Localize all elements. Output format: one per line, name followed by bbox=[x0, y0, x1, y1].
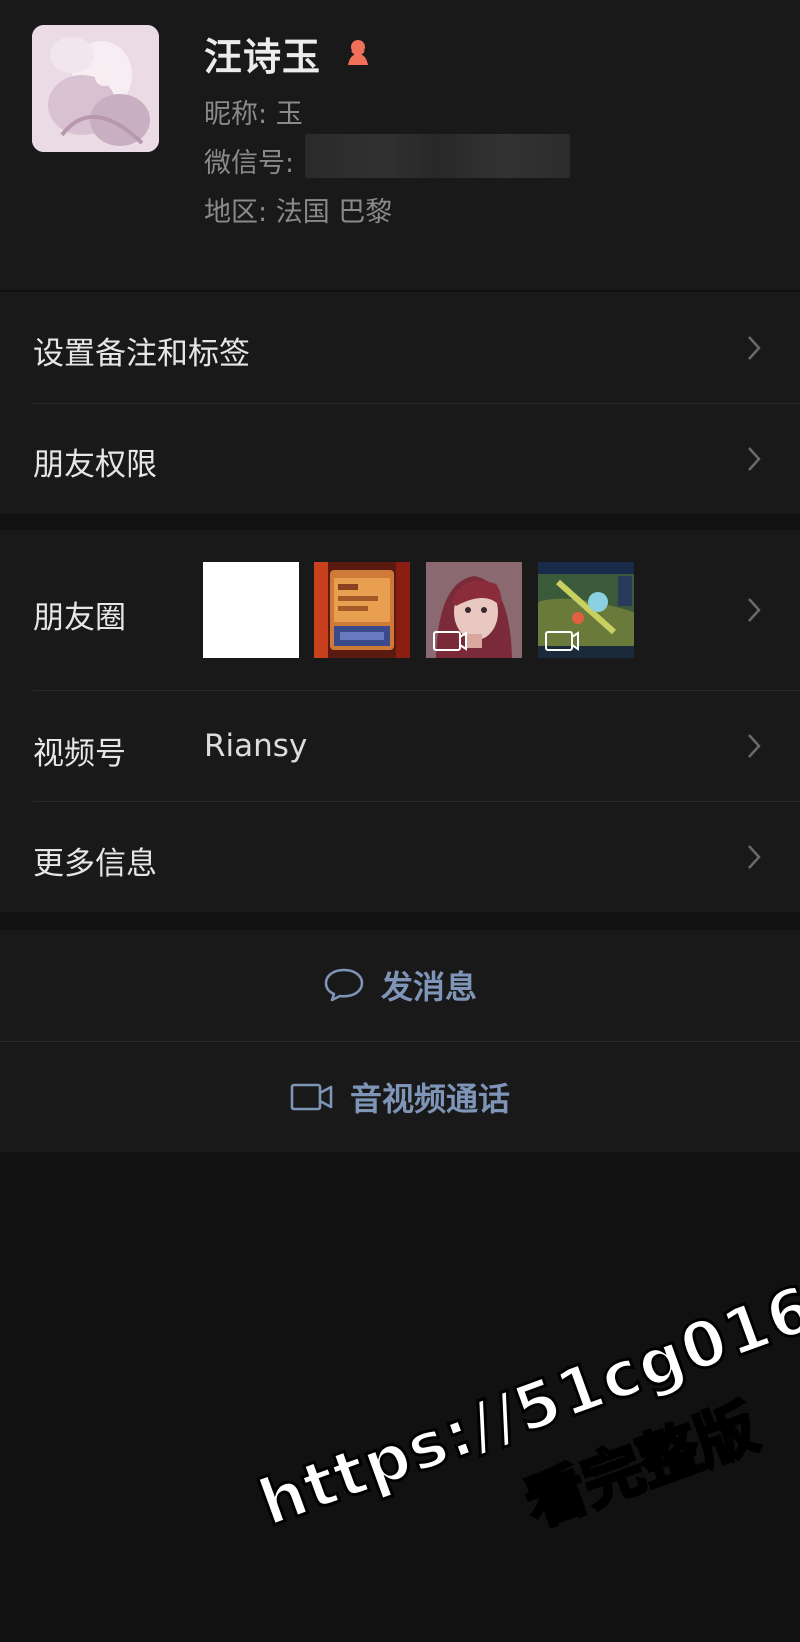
friend-permissions-row[interactable]: 朋友权限 bbox=[0, 403, 800, 514]
chevron-right-icon bbox=[748, 845, 761, 869]
wechat-id-label: 微信号: bbox=[204, 148, 295, 179]
avatar-image bbox=[32, 25, 159, 152]
channels-label: 视频号 bbox=[33, 736, 126, 772]
nickname-value: 玉 bbox=[275, 99, 303, 130]
avatar[interactable] bbox=[32, 25, 159, 152]
settings-group: 设置备注和标签 朋友权限 bbox=[0, 292, 800, 514]
moments-thumbnail bbox=[538, 562, 634, 658]
moments-label: 朋友圈 bbox=[33, 600, 126, 636]
moments-row[interactable]: 朋友圈 bbox=[0, 530, 800, 690]
social-group: 朋友圈 视频号 Riansy 更多信息 bbox=[0, 530, 800, 912]
contact-name: 汪诗玉 bbox=[204, 35, 322, 79]
chevron-right-icon bbox=[748, 734, 761, 758]
channels-row[interactable]: 视频号 Riansy bbox=[0, 690, 800, 801]
chevron-right-icon bbox=[748, 598, 761, 622]
remark-tags-row[interactable]: 设置备注和标签 bbox=[0, 292, 800, 403]
remark-tags-label: 设置备注和标签 bbox=[33, 336, 250, 372]
moments-thumbnail bbox=[426, 562, 522, 658]
moments-thumbnail bbox=[203, 562, 299, 658]
chevron-right-icon bbox=[748, 447, 761, 471]
friend-permissions-label: 朋友权限 bbox=[33, 447, 157, 483]
send-message-button[interactable]: 发消息 bbox=[0, 930, 800, 1040]
moments-thumbnail bbox=[314, 562, 410, 658]
female-icon bbox=[342, 37, 374, 69]
channels-value: Riansy bbox=[204, 728, 308, 764]
video-camera-icon bbox=[290, 1083, 333, 1111]
chat-bubble-icon bbox=[324, 968, 364, 1002]
wechat-id-redacted bbox=[305, 134, 570, 178]
wechat-id-row: 微信号: bbox=[204, 141, 294, 180]
profile-header: 汪诗玉 昵称: 玉 微信号: 地区: 法国 巴黎 bbox=[0, 0, 800, 290]
region-value: 法国 巴黎 bbox=[275, 197, 393, 228]
chevron-right-icon bbox=[748, 336, 761, 360]
more-info-row[interactable]: 更多信息 bbox=[0, 801, 800, 912]
region-label: 地区: bbox=[204, 197, 268, 228]
nickname-row: 昵称: 玉 bbox=[204, 92, 303, 131]
nickname-label: 昵称: bbox=[204, 99, 268, 130]
region-row: 地区: 法国 巴黎 bbox=[204, 190, 392, 229]
send-message-label: 发消息 bbox=[380, 968, 478, 1006]
av-call-label: 音视频通话 bbox=[349, 1080, 511, 1118]
more-info-label: 更多信息 bbox=[33, 846, 157, 882]
